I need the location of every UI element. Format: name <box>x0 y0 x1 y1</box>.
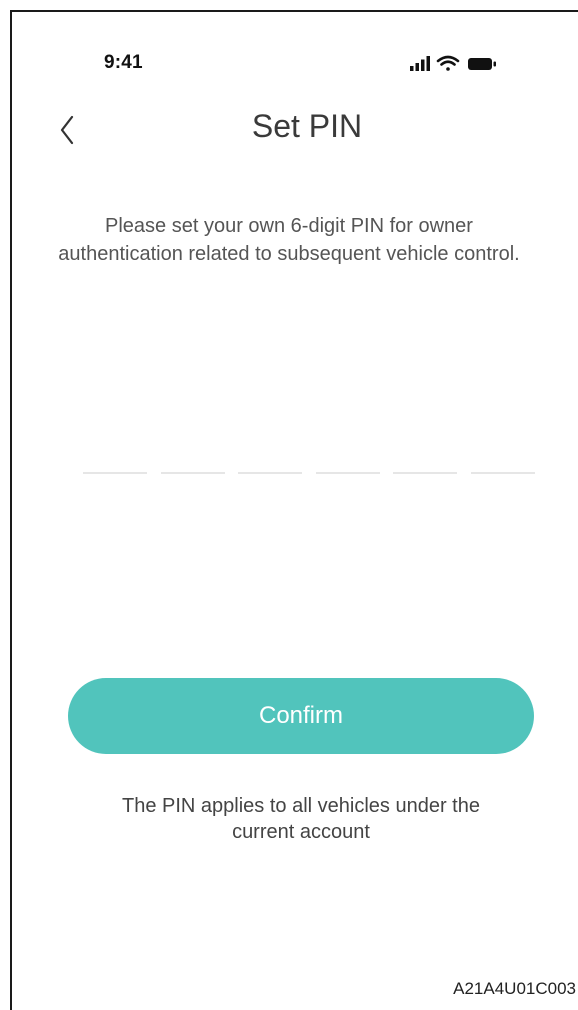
pin-scope-note: The PIN applies to all vehicles under th… <box>122 795 480 843</box>
wifi-icon <box>436 55 460 71</box>
status-icons <box>408 52 520 74</box>
confirm-button[interactable]: Confirm <box>68 678 534 754</box>
page-title: Set PIN <box>251 108 363 144</box>
pin-digit-slot-6[interactable] <box>470 472 535 474</box>
pin-digit-slot-1[interactable] <box>83 472 147 474</box>
pin-input[interactable] <box>83 472 535 474</box>
battery-icon <box>468 58 496 70</box>
figure-code: A21A4U01C003 <box>453 979 576 998</box>
cellular-signal-icon <box>410 56 430 71</box>
pin-digit-slot-5[interactable] <box>393 472 458 474</box>
status-time: 9:41 <box>104 52 143 73</box>
pin-digit-slot-4[interactable] <box>315 472 380 474</box>
pin-description: Please set your own 6-digit PIN for owne… <box>58 215 520 265</box>
pin-digit-slot-2[interactable] <box>160 472 225 474</box>
pin-digit-slot-3[interactable] <box>238 472 303 474</box>
phone-frame <box>10 10 578 1010</box>
